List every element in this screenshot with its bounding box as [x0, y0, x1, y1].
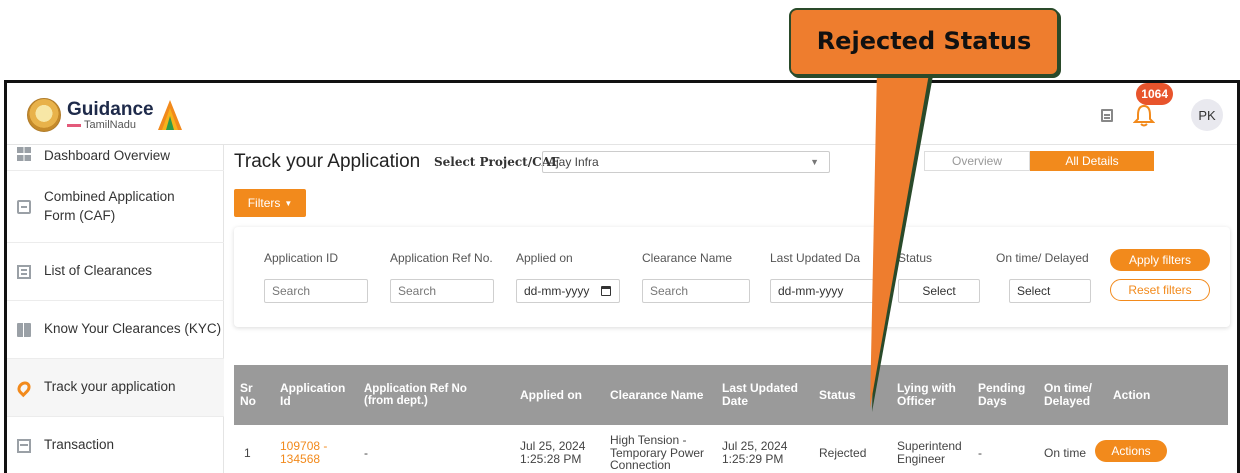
- caret-down-icon: ▼: [284, 198, 293, 208]
- filter-label: On time/ Delayed: [996, 251, 1089, 265]
- applied-on-date-input[interactable]: dd-mm-yyyy: [516, 279, 620, 303]
- callout-box: Rejected Status: [789, 8, 1059, 76]
- sidebar-item-label: Dashboard Overview: [44, 148, 171, 163]
- project-select[interactable]: Ajay Infra ▼: [542, 151, 830, 173]
- sidebar-item-caf[interactable]: Combined Application Form (CAF): [7, 171, 224, 243]
- app-window: Guidance TamilNadu 1064 PK Dashboard Ove…: [4, 80, 1240, 473]
- document-icon: [17, 199, 31, 214]
- reset-filters-button[interactable]: Reset filters: [1110, 279, 1210, 301]
- sidebar-item-transaction[interactable]: Transaction: [7, 417, 224, 473]
- application-id-search[interactable]: Search: [264, 279, 368, 303]
- top-header: Guidance TamilNadu 1064 PK: [7, 83, 1237, 145]
- sidebar-item-label: Transaction: [44, 437, 115, 453]
- logo-subtitle: TamilNadu: [84, 118, 136, 131]
- callout-text: Rejected Status: [816, 27, 1032, 55]
- col-lying-with: Lying with Officer: [897, 381, 956, 408]
- col-clearance-name: Clearance Name: [610, 387, 704, 402]
- filters-label: Filters: [247, 196, 281, 210]
- cell-applied-on: Jul 25, 2024 1:25:28 PM: [520, 439, 586, 466]
- avatar[interactable]: PK: [1191, 99, 1223, 131]
- cell-pending-days: -: [978, 445, 982, 460]
- cell-application-id-link[interactable]: 109708 - 134568: [280, 425, 340, 473]
- calendar-icon[interactable]: [601, 286, 611, 296]
- notification-badge[interactable]: 1064: [1136, 83, 1173, 105]
- emblem-icon: [27, 98, 61, 132]
- sidebar-item-clearances[interactable]: List of Clearances: [7, 243, 224, 301]
- sidebar-item-dashboard[interactable]: Dashboard Overview: [7, 145, 224, 171]
- guidance-logo[interactable]: Guidance TamilNadu: [27, 98, 182, 132]
- table-header: Sr No Application Id Application Ref No …: [234, 365, 1228, 425]
- project-select-value: Ajay Infra: [548, 155, 599, 169]
- col-sr-no: Sr No: [240, 381, 256, 408]
- grid-icon: [17, 147, 31, 161]
- apply-filters-button[interactable]: Apply filters: [1110, 249, 1210, 271]
- list-icon: [17, 264, 31, 279]
- last-updated-date-input[interactable]: dd-mm-yyyy: [770, 279, 874, 303]
- table-row: 1 109708 - 134568 - Jul 25, 2024 1:25:28…: [234, 425, 1228, 473]
- project-label: Select Project/CAF: [434, 155, 560, 169]
- filter-label: Applied on: [516, 251, 573, 265]
- page-title: Track your Application: [234, 151, 421, 172]
- sidebar-item-kyc[interactable]: Know Your Clearances (KYC): [7, 301, 224, 359]
- cell-sr: 1: [244, 445, 251, 460]
- cell-last-updated: Jul 25, 2024 1:25:29 PM: [722, 439, 788, 466]
- caret-down-icon: ▼: [810, 157, 819, 167]
- clearance-name-search[interactable]: Search: [642, 279, 750, 303]
- filter-label: Application Ref No.: [390, 251, 493, 265]
- status-select[interactable]: Select: [898, 279, 980, 303]
- cell-ref-no: -: [364, 445, 368, 460]
- actions-button[interactable]: Actions: [1095, 440, 1167, 462]
- col-application-id: Application Id: [280, 381, 346, 408]
- tab-overview[interactable]: Overview: [924, 151, 1030, 171]
- sidebar: Dashboard Overview Combined Application …: [7, 145, 224, 473]
- col-status: Status: [819, 387, 856, 402]
- ontime-select[interactable]: Select: [1009, 279, 1091, 303]
- document-icon[interactable]: [1101, 109, 1113, 122]
- date-placeholder: dd-mm-yyyy: [524, 284, 590, 298]
- col-pending-days: Pending Days: [978, 381, 1026, 408]
- filters-button[interactable]: Filters ▼: [234, 189, 306, 217]
- cell-status: Rejected: [819, 445, 867, 460]
- card-icon: [17, 438, 31, 453]
- col-ref-no: Application Ref No (from dept.): [364, 382, 467, 407]
- filter-label: Clearance Name: [642, 251, 733, 265]
- filter-label: Status: [898, 251, 933, 265]
- sidebar-item-track[interactable]: Track your application: [7, 359, 224, 417]
- sidebar-item-label: Combined Application Form (CAF): [44, 189, 175, 223]
- logo-flag-icon: [157, 100, 182, 130]
- tab-all-details[interactable]: All Details: [1030, 151, 1154, 171]
- col-applied-on: Applied on: [520, 387, 582, 402]
- filter-label: Application ID: [264, 251, 339, 265]
- bell-icon[interactable]: [1133, 103, 1155, 127]
- logo-title: Guidance: [67, 98, 154, 120]
- col-ontime: On time/ Delayed: [1044, 381, 1093, 408]
- cell-officer: Superintend Engineer: [897, 439, 962, 466]
- sidebar-item-label: Track your application: [44, 379, 176, 395]
- cell-clearance-name: High Tension - Temporary Power Connectio…: [610, 433, 705, 473]
- location-pin-icon: [14, 378, 34, 397]
- col-action: Action: [1113, 387, 1151, 402]
- sidebar-item-label: Know Your Clearances (KYC): [44, 321, 222, 337]
- col-last-updated: Last Updated Date: [722, 381, 799, 408]
- application-ref-search[interactable]: Search: [390, 279, 494, 303]
- book-icon: [17, 322, 31, 337]
- filter-label: Last Updated Da: [770, 251, 861, 265]
- filter-panel: Application ID Application Ref No. Appli…: [234, 227, 1230, 327]
- sidebar-item-label: List of Clearances: [44, 263, 153, 279]
- main-content: Track your Application Select Project/CA…: [224, 145, 1237, 473]
